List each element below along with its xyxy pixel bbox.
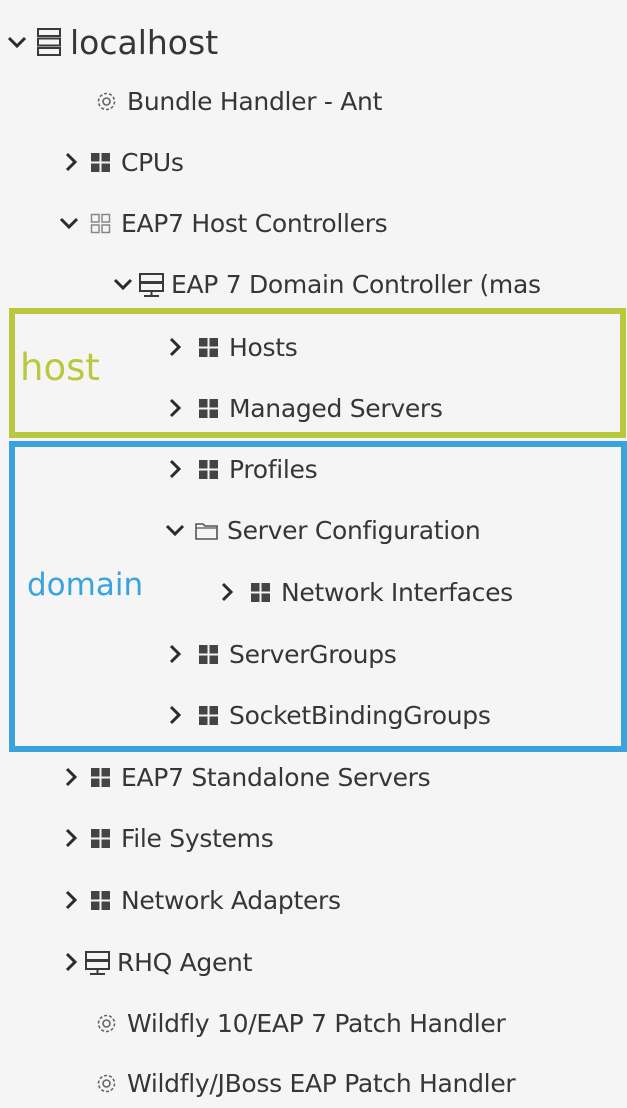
grid-icon xyxy=(196,457,221,482)
tree-node-server-configuration[interactable]: Server Configuration xyxy=(0,505,627,555)
tree-node-label: EAP 7 Domain Controller (mas xyxy=(171,269,541,299)
gear-icon xyxy=(94,1071,119,1096)
tree-node-file-systems[interactable]: File Systems xyxy=(0,813,627,863)
tree-node-label: Network Adapters xyxy=(121,885,341,915)
tree-node-cpus[interactable]: CPUs xyxy=(0,137,627,187)
tree-node-label: RHQ Agent xyxy=(117,947,253,977)
grid-outline-icon xyxy=(88,211,113,236)
folder-icon xyxy=(194,518,219,543)
tree-node-label: Profiles xyxy=(229,454,318,484)
tree-node-label: ServerGroups xyxy=(229,639,397,669)
tree-node-label: SocketBindingGroups xyxy=(229,700,491,730)
tree-node-network-adapters[interactable]: Network Adapters xyxy=(0,875,627,925)
chevron-right-icon[interactable] xyxy=(62,827,80,849)
tree-node-label: localhost xyxy=(70,22,219,62)
host-annotation-label: host xyxy=(20,346,100,389)
tree-node-label: Bundle Handler - Ant xyxy=(127,86,383,116)
tree-node-eap7-domain-controller[interactable]: EAP 7 Domain Controller (mas xyxy=(0,259,627,309)
tree-node-label: CPUs xyxy=(121,147,184,177)
tree-node-eap7-host-controllers[interactable]: EAP7 Host Controllers xyxy=(0,198,627,248)
gear-icon xyxy=(94,89,119,114)
chevron-right-icon[interactable] xyxy=(62,766,80,788)
tree-node-wildfly-jboss-patch-handler[interactable]: Wildfly/JBoss EAP Patch Handler xyxy=(0,1058,627,1108)
tree-node-label: EAP7 Host Controllers xyxy=(121,208,388,238)
chevron-right-icon[interactable] xyxy=(166,643,184,665)
grid-icon xyxy=(196,703,221,728)
chevron-right-icon[interactable] xyxy=(218,581,236,603)
grid-icon xyxy=(88,888,113,913)
grid-icon xyxy=(88,150,113,175)
grid-icon xyxy=(196,642,221,667)
tree-node-label: Hosts xyxy=(229,332,298,362)
tree-node-wildfly10-patch-handler[interactable]: Wildfly 10/EAP 7 Patch Handler xyxy=(0,998,627,1048)
gear-icon xyxy=(94,1011,119,1036)
server-stack-icon xyxy=(36,27,62,57)
tree-node-label: Server Configuration xyxy=(227,515,481,545)
chevron-down-icon[interactable] xyxy=(58,212,80,234)
server-icon xyxy=(84,949,111,976)
chevron-down-icon[interactable] xyxy=(6,31,28,53)
grid-icon xyxy=(248,580,273,605)
tree-node-label: EAP7 Standalone Servers xyxy=(121,762,431,792)
tree-node-eap7-standalone-servers[interactable]: EAP7 Standalone Servers xyxy=(0,752,627,802)
tree-node-label: Wildfly/JBoss EAP Patch Handler xyxy=(127,1068,516,1098)
chevron-right-icon[interactable] xyxy=(166,458,184,480)
tree-node-server-groups[interactable]: ServerGroups xyxy=(0,629,627,679)
grid-icon xyxy=(196,335,221,360)
tree-node-managed-servers[interactable]: Managed Servers xyxy=(0,383,627,433)
tree-node-label: Wildfly 10/EAP 7 Patch Handler xyxy=(127,1008,506,1038)
chevron-right-icon[interactable] xyxy=(62,889,80,911)
tree-node-label: Managed Servers xyxy=(229,393,443,423)
tree-node-localhost[interactable]: localhost xyxy=(0,12,627,72)
grid-icon xyxy=(88,826,113,851)
tree-node-rhq-agent[interactable]: RHQ Agent xyxy=(0,937,627,987)
tree-node-socket-binding-groups[interactable]: SocketBindingGroups xyxy=(0,690,627,740)
chevron-right-icon[interactable] xyxy=(62,151,80,173)
resource-tree: localhost Bundle Handler - Ant CPUs EAP7… xyxy=(0,0,627,1106)
chevron-right-icon[interactable] xyxy=(166,336,184,358)
tree-node-bundle-handler[interactable]: Bundle Handler - Ant xyxy=(0,76,627,126)
grid-icon xyxy=(88,765,113,790)
server-icon xyxy=(138,271,165,298)
chevron-right-icon[interactable] xyxy=(62,951,80,973)
chevron-right-icon[interactable] xyxy=(166,397,184,419)
tree-node-profiles[interactable]: Profiles xyxy=(0,444,627,494)
chevron-down-icon[interactable] xyxy=(164,519,186,541)
chevron-right-icon[interactable] xyxy=(166,704,184,726)
tree-node-label: Network Interfaces xyxy=(281,577,513,607)
grid-icon xyxy=(196,396,221,421)
tree-node-label: File Systems xyxy=(121,823,274,853)
domain-annotation-label: domain xyxy=(27,567,144,603)
chevron-down-icon[interactable] xyxy=(112,273,134,295)
